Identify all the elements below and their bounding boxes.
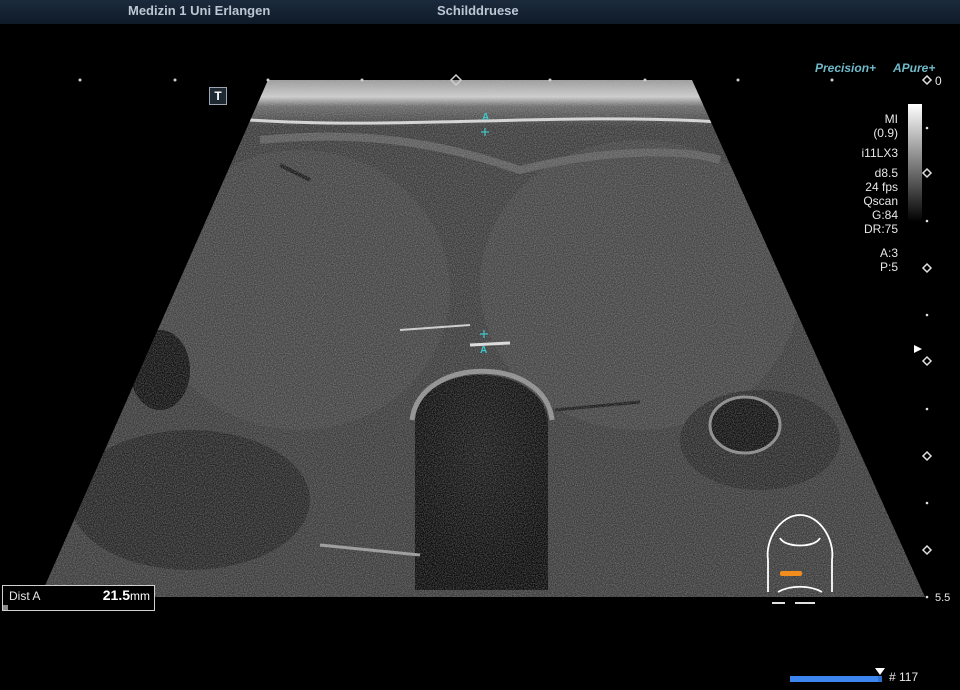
frame-counter: # 117 xyxy=(889,670,919,684)
parameters-panel: MI (0.9) i11LX3 d8.5 24 fps Qscan G:84 D… xyxy=(820,112,898,274)
gain-value: G:84 xyxy=(871,208,898,222)
cine-progress-fill xyxy=(790,676,879,682)
measurement-box[interactable]: Dist A 21.5mm xyxy=(2,585,155,611)
depth-bottom-label: 5.5 xyxy=(935,592,951,604)
measurement-name: Dist A xyxy=(9,589,41,603)
mi-label: MI xyxy=(884,112,898,126)
focus-arrow-icon[interactable] xyxy=(914,345,922,353)
qscan-label: Qscan xyxy=(863,194,898,208)
measurement-value: 21.5 xyxy=(102,587,130,603)
a-value: A:3 xyxy=(879,246,898,260)
bodymark-probe-indicator xyxy=(780,571,802,576)
measurement-unit: mm xyxy=(130,589,150,603)
apure-brand: APure+ xyxy=(893,61,936,75)
depth-value: d8.5 xyxy=(874,166,898,180)
dynamic-range-value: DR:75 xyxy=(863,222,898,236)
cine-position-marker[interactable] xyxy=(875,668,885,676)
p-value: P:5 xyxy=(879,260,898,274)
cine-progress-bar[interactable] xyxy=(790,676,882,682)
measurement-corner-marker xyxy=(3,605,8,610)
grayscale-bar xyxy=(908,104,922,222)
frame-rate: 24 fps xyxy=(865,180,898,194)
t-mode-icon[interactable]: T xyxy=(209,87,227,105)
mi-value: (0.9) xyxy=(873,126,898,140)
precision-brand: Precision+ xyxy=(815,61,877,75)
caliper-bottom-label: A xyxy=(480,345,488,356)
transducer-label: i11LX3 xyxy=(861,146,898,160)
caliper-top-label: A xyxy=(482,112,490,123)
depth-top-label: 0 xyxy=(935,74,942,88)
